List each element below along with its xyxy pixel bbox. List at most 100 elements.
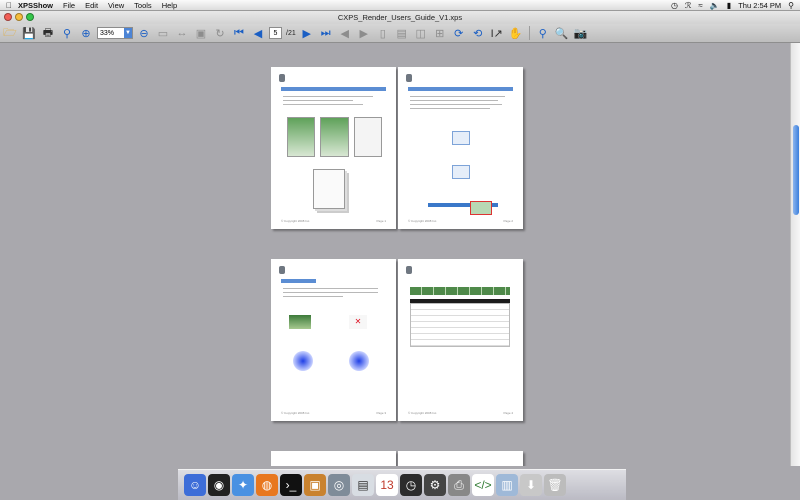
page-thumbnail-4[interactable]: © Copyright 2008 Inc. Page 4 (398, 259, 523, 421)
hand-tool-icon[interactable]: ✋ (508, 25, 524, 41)
gradient-circle (293, 351, 313, 371)
footer-left: © Copyright 2008 Inc. (408, 411, 438, 415)
diagram-node (452, 165, 470, 179)
rotate-ccw-icon[interactable]: ⟲ (470, 25, 486, 41)
scrollbar-thumb[interactable] (793, 125, 799, 215)
two-page-icon[interactable]: ◫ (413, 25, 429, 41)
toolbar-separator (528, 26, 530, 40)
prev-page-icon[interactable]: ◀ (250, 25, 266, 41)
continuous-icon[interactable]: ▤ (394, 25, 410, 41)
menu-help[interactable]: Help (162, 1, 177, 10)
page-footer: © Copyright 2008 Inc. Page 4 (408, 411, 513, 415)
text-line (410, 104, 502, 105)
page-thumbnail-3[interactable]: ✕ © Copyright 2008 Inc. Page 3 (271, 259, 396, 421)
search-icon[interactable]: 🔍 (554, 25, 570, 41)
xpsshow-dock-icon[interactable]: </> (472, 474, 494, 496)
page-total: /21 (286, 29, 296, 37)
screen:  XPSShow File Edit View Tools Help ◷ ℛ … (0, 0, 800, 500)
save-icon[interactable]: 💾 (21, 25, 37, 41)
trash-icon[interactable]: 🗑 (544, 474, 566, 496)
time-machine-dock-icon[interactable]: ◷ (400, 474, 422, 496)
open-folder-icon[interactable]: 🗁 (2, 25, 18, 41)
status-area: ◷ ℛ ≈ 🔈 ▮ Thu 2:54 PM ⚲ (671, 1, 800, 10)
downloads-folder-icon[interactable]: ⬇ (520, 474, 542, 496)
rotate-cw-icon[interactable]: ⟳ (451, 25, 467, 41)
text-line (410, 108, 490, 109)
vertical-scrollbar[interactable] (790, 43, 800, 466)
zoom-button[interactable] (26, 13, 34, 21)
section-heading-bar (281, 279, 316, 283)
first-page-icon[interactable]: ⏮ (231, 25, 247, 41)
finder-icon[interactable]: ☺ (184, 474, 206, 496)
logo-icon (279, 74, 285, 82)
toolbar: 🗁 💾 🖶 ⚲ ⊕ 33% ▼ ⊖ ▭ ↔ ▣ ↻ ⏮ ◀ /21 ▶ ⏭ ◀ … (0, 24, 800, 43)
fit-page-icon[interactable]: ▭ (155, 25, 171, 41)
menubar:  XPSShow File Edit View Tools Help ◷ ℛ … (0, 0, 800, 11)
text-line (283, 296, 343, 297)
actual-size-icon[interactable]: ▣ (193, 25, 209, 41)
back-icon[interactable]: ◀ (337, 25, 353, 41)
page-thumbnail-6[interactable] (398, 451, 523, 466)
zoom-in-icon[interactable]: ⊕ (78, 25, 94, 41)
footer-right: Page 2 (503, 219, 513, 223)
snapshot-icon[interactable]: 📷 (573, 25, 589, 41)
system-preferences-icon[interactable]: ⚙ (424, 474, 446, 496)
menu-tools[interactable]: Tools (134, 1, 152, 10)
volume-icon[interactable]: 🔈 (710, 1, 720, 10)
time-machine-icon[interactable]: ◷ (671, 1, 678, 10)
apple-menu-icon[interactable]:  (0, 1, 18, 10)
firefox-icon[interactable]: ◍ (256, 474, 278, 496)
menu-view[interactable]: View (108, 1, 124, 10)
rotate-icon[interactable]: ↻ (212, 25, 228, 41)
page-thumbnail-2[interactable]: © Copyright 2008 Inc. Page 2 (398, 67, 523, 229)
zoom-out-icon[interactable]: ⊖ (136, 25, 152, 41)
single-page-icon[interactable]: ▯ (375, 25, 391, 41)
last-page-icon[interactable]: ⏭ (318, 25, 334, 41)
safari-icon[interactable]: ✦ (232, 474, 254, 496)
text-line (410, 96, 505, 97)
clock[interactable]: Thu 2:54 PM (738, 1, 781, 10)
wifi-icon[interactable]: ≈ (698, 1, 702, 10)
menu-edit[interactable]: Edit (85, 1, 98, 10)
error-cross-icon: ✕ (349, 315, 367, 329)
select-text-icon[interactable]: I↗ (489, 25, 505, 41)
app-menu[interactable]: XPSShow (18, 1, 53, 10)
text-line (283, 292, 378, 293)
text-line (410, 100, 498, 101)
footer-left: © Copyright 2008 Inc. (408, 219, 438, 223)
text-line (283, 96, 373, 97)
disk-utility-icon[interactable]: ◎ (328, 474, 350, 496)
preview-icon[interactable]: ▤ (352, 474, 374, 496)
minimize-button[interactable] (15, 13, 23, 21)
grid-view-icon[interactable]: ⊞ (432, 25, 448, 41)
title-bar[interactable]: CXPS_Render_Users_Guide_V1.xps (0, 11, 800, 24)
document-area[interactable]: © Copyright 2008 Inc. Page 1 © Copyright … (0, 43, 790, 466)
page-footer: © Copyright 2008 Inc. Page 1 (281, 219, 386, 223)
close-button[interactable] (4, 13, 12, 21)
documents-folder-icon[interactable]: ▥ (496, 474, 518, 496)
logo-icon (279, 266, 285, 274)
fit-width-icon[interactable]: ↔ (174, 25, 190, 41)
chevron-down-icon[interactable]: ▼ (124, 28, 132, 38)
page-number-input[interactable] (269, 27, 282, 39)
zoom-select[interactable]: 33% ▼ (97, 27, 133, 39)
magnify-icon[interactable]: ⚲ (535, 25, 551, 41)
bluetooth-icon[interactable]: ℛ (685, 1, 691, 10)
installer-icon[interactable]: ▣ (304, 474, 326, 496)
battery-icon[interactable]: ▮ (727, 1, 731, 10)
spotlight-icon[interactable]: ⚲ (788, 1, 794, 10)
diagram-node (470, 201, 492, 215)
app-window: CXPS_Render_Users_Guide_V1.xps 🗁 💾 🖶 ⚲ ⊕… (0, 11, 800, 466)
dashboard-icon[interactable]: ◉ (208, 474, 230, 496)
zoom-fit-icon[interactable]: ⚲ (59, 25, 75, 41)
forward-icon[interactable]: ▶ (356, 25, 372, 41)
calendar-icon[interactable]: 13 (376, 474, 398, 496)
page-thumbnail-5[interactable] (271, 451, 396, 466)
print-icon[interactable]: 🖶 (40, 25, 56, 41)
menu-file[interactable]: File (63, 1, 75, 10)
page-thumbnail-1[interactable]: © Copyright 2008 Inc. Page 1 (271, 67, 396, 229)
next-page-icon[interactable]: ▶ (299, 25, 315, 41)
terminal-icon[interactable]: ›_ (280, 474, 302, 496)
figure-image (320, 117, 349, 157)
printer-icon[interactable]: ⎙ (448, 474, 470, 496)
